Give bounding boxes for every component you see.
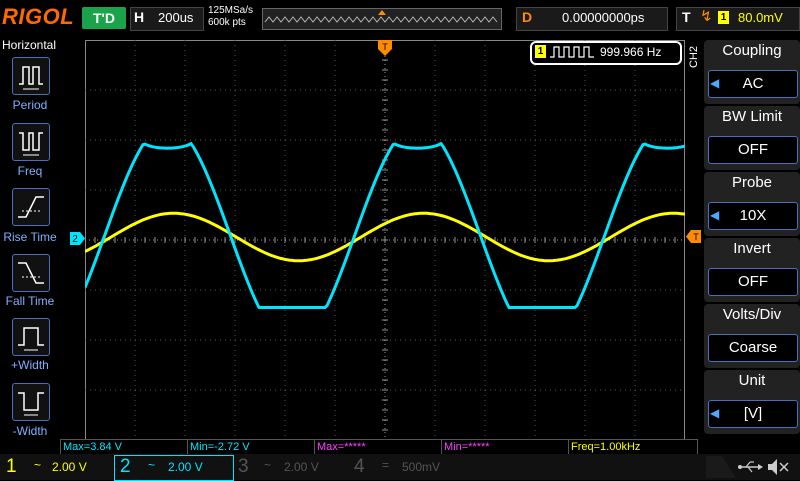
channel-2-coupling-icon: ~ [148,458,156,472]
speaker-muted-icon [768,459,789,475]
knob-indicator-icon: ◀ [710,76,720,90]
channel-4-coupling-icon: = [382,458,390,472]
trigger-position-marker[interactable]: T [378,40,392,56]
period-label: Period [12,98,48,112]
rise-time-label: Rise Time [3,230,57,244]
neg-width-icon [18,392,44,416]
status-icons [706,456,789,478]
channel-3-number: 3 [238,456,249,477]
trigger-letter: T [682,9,691,25]
invert-value: OFF [708,268,798,296]
freq-label: Freq [17,164,43,178]
fall-time-button[interactable] [12,254,50,292]
pos-width-button[interactable] [12,318,50,356]
bw-limit-value: OFF [708,136,798,164]
pos-width-icon [18,327,44,351]
counter-channel-badge: 1 [535,45,546,58]
horizontal-letter: H [134,9,145,25]
volts-div-title: Volts/Div [722,306,782,323]
sample-rate: 125MSa/s [208,5,254,16]
fall-time-label: Fall Time [5,294,55,308]
measurement-item[interactable]: Freq=1.00kHz [568,439,698,455]
memory-overview-strip [262,8,502,30]
channel-1-coupling-icon: ~ [34,458,42,472]
channel-2-offset-marker[interactable]: 2 [70,232,85,245]
waveform-display[interactable] [85,40,685,440]
trigger-position-letter: T [382,42,388,52]
menu-channel-label: CH2 [688,45,700,68]
channel-2-marker-label: 2 [72,234,78,245]
knob-indicator-icon: ◀ [710,208,720,222]
usb-icon [738,461,763,473]
bw-limit-title: BW Limit [722,108,782,125]
period-button[interactable] [12,57,50,95]
delay-letter: D [522,9,533,25]
trigger-status-badge: T'D [82,7,126,29]
channel-4-number: 4 [354,456,365,477]
measurement-item[interactable]: Max=3.84 V [60,439,188,455]
rising-edge-icon: ↯ [700,8,713,25]
knob-indicator-icon: ◀ [710,406,720,420]
unit-value: [V] [708,400,798,428]
memory-depth: 600k pts [208,17,246,28]
probe-title: Probe [731,174,773,191]
channel-3-scale: 2.00 V [284,460,319,474]
channel-4-scale: 500mV [402,460,441,474]
memory-overview-icon [264,10,498,23]
channel-3-coupling-icon: ~ [264,458,272,472]
unit-title: Unit [738,372,766,389]
trigger-level-marker-label: T [693,232,699,242]
channel-2-number: 2 [120,456,131,477]
left-menu-title: Horizontal [2,38,57,52]
square-wave-icon [550,46,594,58]
fall-time-icon [18,262,44,284]
neg-width-button[interactable] [12,383,50,421]
neg-width-label: -Width [12,424,48,438]
probe-value: 10X [708,202,798,230]
period-icon [19,66,43,90]
channel-1-scale: 2.00 V [52,460,87,474]
coupling-title: Coupling [722,42,782,59]
freq-button[interactable] [12,123,50,161]
channel-2-scale: 2.00 V [168,460,203,474]
trigger-level-marker[interactable]: T [686,230,701,243]
freq-icon [19,132,43,156]
volts-div-value: Coarse [708,334,798,362]
rise-time-icon [18,196,44,218]
coupling-value: AC [708,70,798,98]
delay-value: 0.00000000ps [562,10,645,25]
rise-time-button[interactable] [12,188,50,226]
pos-width-label: +Width [11,358,49,372]
frequency-counter-value: 999.966 Hz [600,45,662,59]
trigger-level: 80.0mV [738,10,783,25]
brand-logo: RIGOL [2,4,75,29]
channel-1-number: 1 [6,456,17,477]
grid-lines [85,40,685,440]
measurement-item[interactable]: Min=***** [441,439,569,455]
invert-title: Invert [733,240,771,257]
measurement-item[interactable]: Min=-2.72 V [187,439,315,455]
timebase-value: 200us [158,10,194,25]
trigger-source-badge: 1 [718,11,729,24]
measurement-item[interactable]: Max=***** [314,439,442,455]
